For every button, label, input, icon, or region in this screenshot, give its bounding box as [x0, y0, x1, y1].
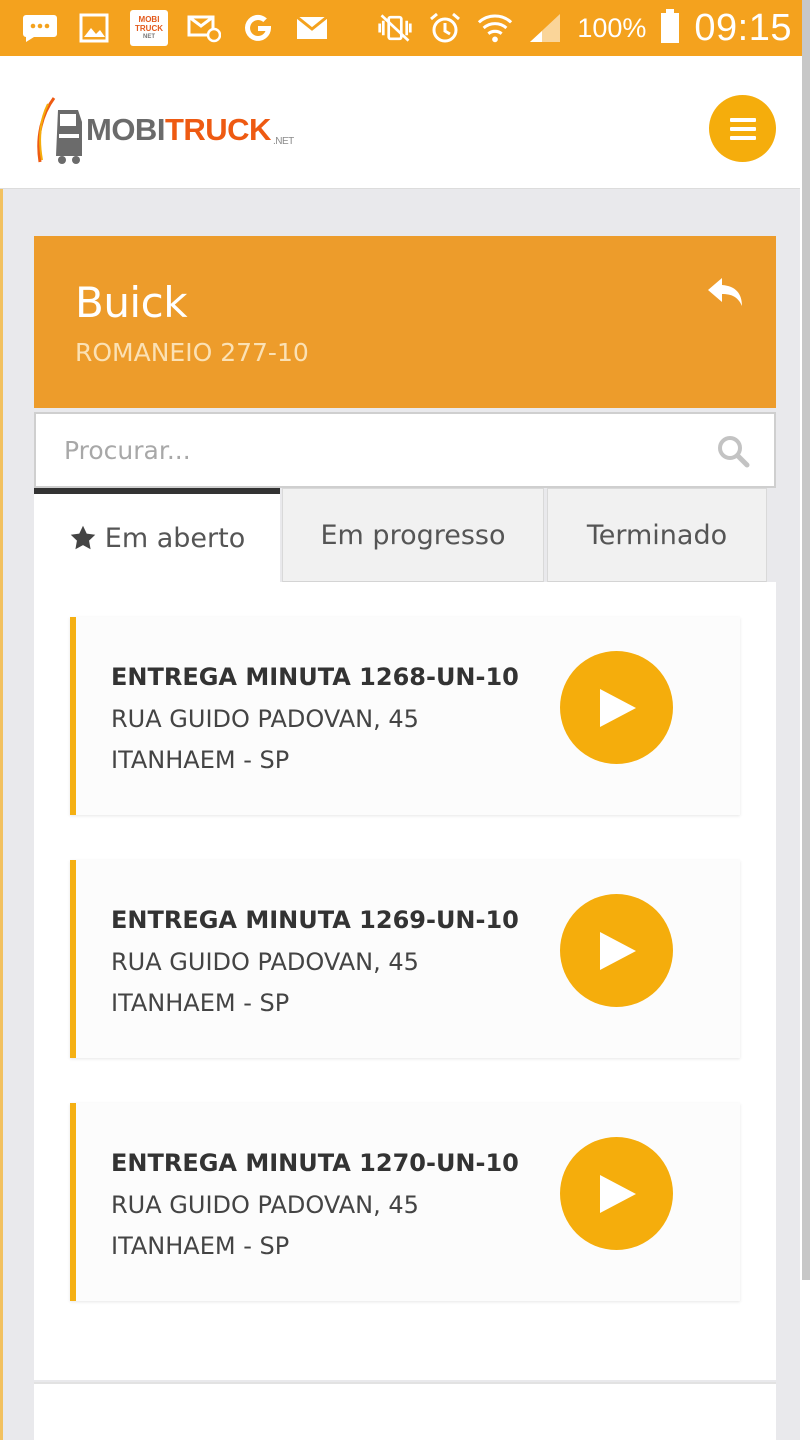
tab-label: Em progresso: [320, 519, 506, 551]
item-city: ITANHAEM - SP: [111, 1232, 290, 1260]
item-title: ENTREGA MINUTA 1270-UN-10: [111, 1149, 519, 1177]
image-icon: [76, 12, 112, 44]
play-icon: [599, 688, 636, 727]
tab-em-progresso[interactable]: Em progresso: [282, 488, 544, 582]
search-icon[interactable]: [716, 434, 750, 468]
start-delivery-button[interactable]: [560, 651, 673, 764]
tab-label: Terminado: [586, 519, 728, 551]
logo-net: .NET: [272, 136, 294, 147]
google-icon: [240, 12, 276, 44]
item-title: ENTREGA MINUTA 1268-UN-10: [111, 663, 519, 691]
item-city: ITANHAEM - SP: [111, 746, 290, 774]
chat-icon: [22, 12, 58, 44]
tab-terminado[interactable]: Terminado: [547, 488, 767, 582]
search-input[interactable]: [36, 414, 676, 486]
list-item[interactable]: ENTREGA MINUTA 1269-UN-10 RUA GUIDO PADO…: [70, 860, 740, 1058]
start-delivery-button[interactable]: [560, 894, 673, 1007]
signal-icon: [527, 12, 563, 44]
truck-logo-icon: [37, 97, 82, 164]
item-address: RUA GUIDO PADOVAN, 45: [111, 948, 419, 976]
logo-wordmark: MOBITRUCK .NET: [86, 112, 294, 148]
delivery-list: ENTREGA MINUTA 1268-UN-10 RUA GUIDO PADO…: [34, 582, 776, 1380]
item-city: ITANHAEM - SP: [111, 989, 290, 1017]
vibrate-off-icon: [377, 12, 413, 44]
list-item[interactable]: ENTREGA MINUTA 1270-UN-10 RUA GUIDO PADO…: [70, 1103, 740, 1301]
mobitruck-logo[interactable]: MOBITRUCK .NET: [34, 90, 304, 170]
mobitruck-app-icon: MOBI TRUCK NET: [130, 10, 168, 46]
panel-subtitle: ROMANEIO 277-10: [75, 338, 309, 367]
list-item[interactable]: ENTREGA MINUTA 1268-UN-10 RUA GUIDO PADO…: [70, 617, 740, 815]
route-panel-header: Buick ROMANEIO 277-10: [34, 236, 776, 408]
panel-title: Buick: [75, 278, 188, 327]
alarm-icon: [427, 12, 463, 44]
star-icon: [70, 525, 96, 550]
mini-logo-line: MOBI: [138, 14, 160, 24]
list-footer: [34, 1382, 776, 1440]
app-header: MOBITRUCK .NET: [0, 56, 800, 189]
status-bar: MOBI TRUCK NET 100% 09:15: [0, 0, 810, 56]
clock: 09:15: [694, 6, 792, 49]
mini-logo-line: NET: [143, 33, 155, 40]
email-at-icon: [186, 12, 222, 44]
logo-mobi: MOBI: [86, 112, 165, 147]
menu-button[interactable]: [709, 95, 776, 162]
scrollbar-thumb[interactable]: [802, 0, 810, 1280]
back-button[interactable]: [706, 276, 746, 312]
battery-percent: 100%: [577, 12, 647, 43]
start-delivery-button[interactable]: [560, 1137, 673, 1250]
item-address: RUA GUIDO PADOVAN, 45: [111, 705, 419, 733]
play-icon: [599, 1174, 636, 1213]
battery-icon: [660, 9, 680, 47]
status-tabs: Em aberto Em progresso Terminado: [34, 488, 776, 582]
item-address: RUA GUIDO PADOVAN, 45: [111, 1191, 419, 1219]
mini-logo-line: TRUCK: [135, 23, 163, 33]
logo-truck: TRUCK: [164, 112, 272, 147]
play-icon: [599, 931, 636, 970]
search-bar: [34, 412, 776, 488]
reply-icon: [708, 278, 742, 306]
item-title: ENTREGA MINUTA 1269-UN-10: [111, 906, 519, 934]
wifi-icon: [477, 12, 513, 44]
mail-icon: [294, 12, 330, 44]
hamburger-icon: [729, 117, 756, 140]
left-edge-accent: [0, 189, 3, 1440]
tab-em-aberto[interactable]: Em aberto: [34, 488, 280, 582]
tab-label: Em aberto: [104, 522, 246, 554]
